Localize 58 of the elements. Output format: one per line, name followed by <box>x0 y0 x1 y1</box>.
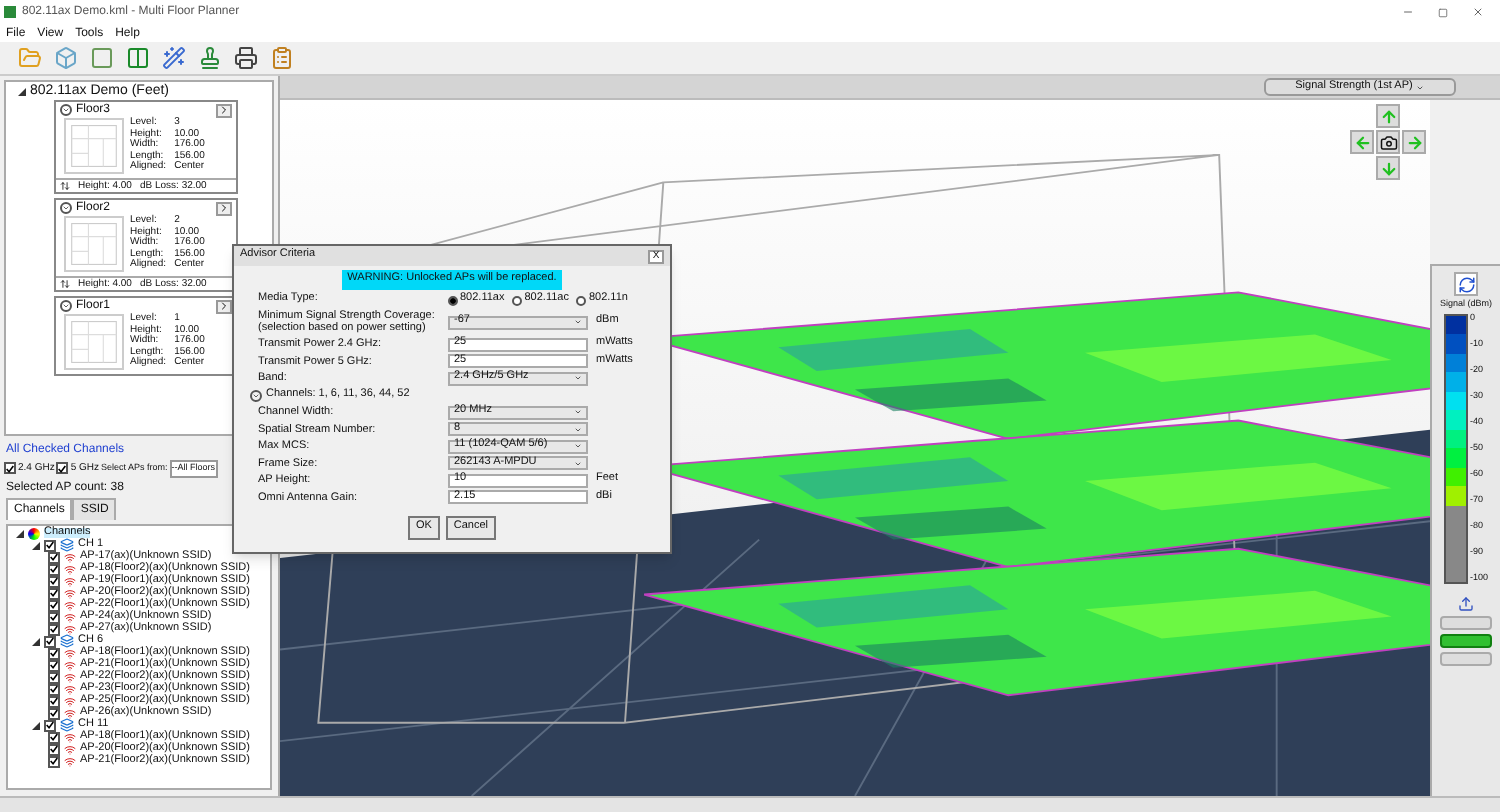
expand-toggle[interactable] <box>32 637 40 645</box>
radio-button[interactable] <box>576 295 587 305</box>
floor-menu-button[interactable] <box>216 103 232 117</box>
arrow-down-icon <box>1379 159 1397 177</box>
toolbar-button[interactable] <box>196 44 224 72</box>
collapse-icon[interactable] <box>18 87 26 95</box>
toolbar-button[interactable] <box>232 44 260 72</box>
camera-icon <box>1379 133 1397 151</box>
layers-icon <box>60 718 74 732</box>
radio-button[interactable] <box>512 295 523 305</box>
check-icon <box>58 463 67 474</box>
arrow-right-icon <box>1405 133 1423 151</box>
app-icon <box>4 6 16 18</box>
refresh-icon <box>1457 275 1475 293</box>
layers-icon <box>60 538 74 552</box>
floor-plan-thumbnail <box>64 118 124 174</box>
upload-icon[interactable] <box>1458 595 1474 611</box>
height-icon <box>60 180 70 192</box>
printer-icon <box>234 46 258 70</box>
checkbox[interactable] <box>4 462 16 475</box>
layers-icon <box>60 634 74 648</box>
close-icon[interactable] <box>1472 6 1484 18</box>
radio-button[interactable] <box>448 295 458 305</box>
folder-icon <box>18 46 42 70</box>
collapse-icon <box>32 721 40 729</box>
height-icon <box>60 278 70 290</box>
maximize-icon[interactable] <box>1438 7 1448 17</box>
toolbar-button[interactable] <box>160 44 188 72</box>
expand-toggle[interactable] <box>16 529 24 537</box>
clipboard-icon <box>270 46 294 70</box>
chevron-right-icon <box>218 104 230 116</box>
collapse-icon[interactable] <box>60 202 72 214</box>
collapse-icon[interactable] <box>60 104 72 116</box>
check-icon <box>6 463 14 474</box>
floor-plan-thumbnail <box>64 216 124 272</box>
checkbox[interactable] <box>56 462 69 475</box>
legend-mode-button[interactable] <box>1440 633 1492 647</box>
collapse-icon[interactable] <box>60 300 72 312</box>
floor-menu-button[interactable] <box>216 299 232 313</box>
expand-icon[interactable] <box>250 389 262 401</box>
snapshot-button[interactable] <box>1376 130 1400 154</box>
columns-icon <box>126 46 150 70</box>
square-icon <box>90 46 114 70</box>
wand-icon <box>162 46 186 70</box>
arrow-up-icon <box>1379 107 1397 125</box>
channels-icon <box>28 527 40 539</box>
collapse-icon <box>32 637 40 645</box>
cube-icon <box>54 46 78 70</box>
arrow-left-icon <box>1353 133 1371 151</box>
stamp-icon <box>198 46 222 70</box>
chevron-right-icon <box>218 300 230 312</box>
floor-menu-button[interactable] <box>216 201 232 215</box>
expand-toggle[interactable] <box>32 721 40 729</box>
refresh-button[interactable] <box>1454 272 1478 296</box>
floor-plan-thumbnail <box>64 314 124 370</box>
checkbox[interactable] <box>44 539 56 551</box>
chevron-right-icon <box>218 202 230 214</box>
toolbar-button[interactable] <box>124 44 152 72</box>
